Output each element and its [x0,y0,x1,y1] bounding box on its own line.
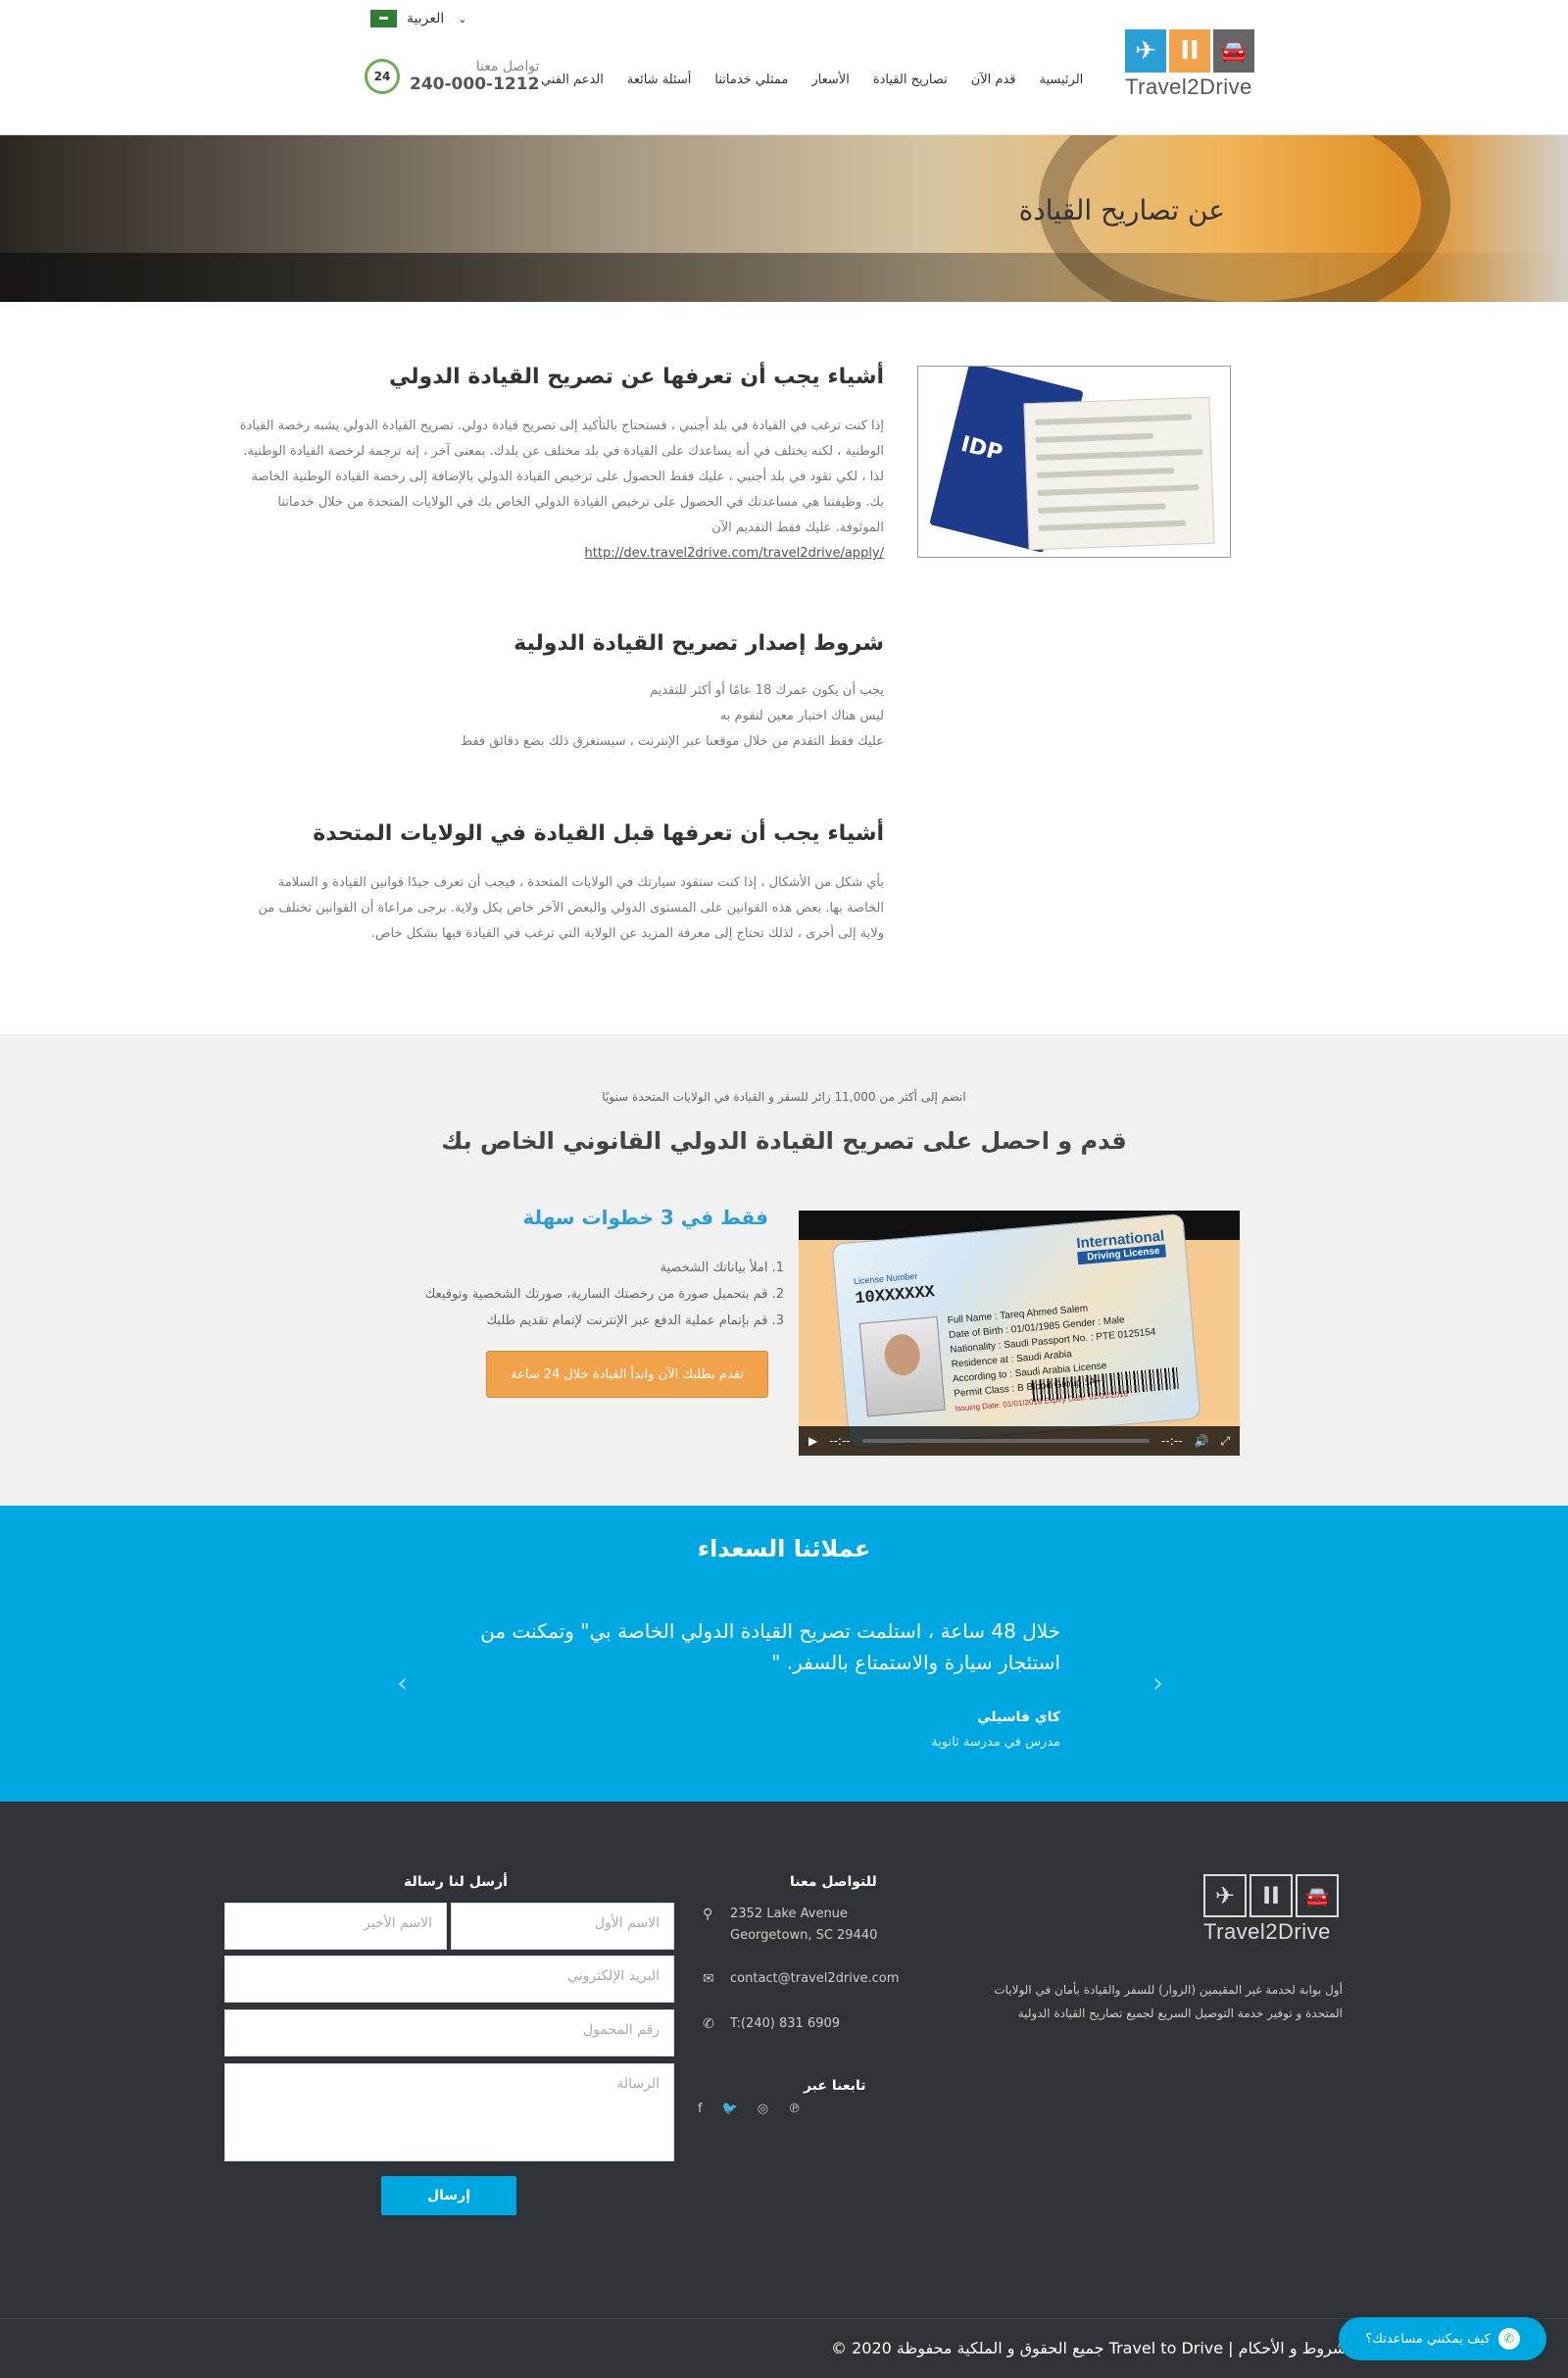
section-body-us-driving: بأي شكل من الأشكال ، إذا كنت ستقود سيارت… [258,875,884,941]
envelope-icon: ✉ [703,1971,714,1987]
testimonial-quote: خلال 48 ساعة ، استلمت تصريح القيادة الدو… [480,1619,1060,1674]
plane-icon: ✈ [1203,1874,1247,1917]
license-card: International Driving License License Num… [831,1213,1201,1450]
section-heading-conditions: شروط إصدار تصريح القيادة الدولية [514,631,884,656]
apply-cta-section: انضم إلى أكثر من 11,000 زائر للسفر و الق… [0,1034,1568,1506]
nav-permits[interactable]: تصاريح القيادة [861,73,959,87]
whatsapp-chat-button[interactable]: ✆ كيف يمكنني مساعدتك؟ [1339,2317,1546,2360]
site-logo[interactable]: ✈ II 🚘 Travel2Drive [1125,29,1258,99]
whatsapp-icon: ✆ [1497,2328,1520,2350]
video-progress-track[interactable] [861,1439,1151,1443]
section-heading-us-driving: أشياء يجب أن تعرفها قبل القيادة في الولا… [313,821,884,846]
nav-prices[interactable]: الأسعار [800,73,860,87]
logo-text: Travel2Drive [1125,74,1252,99]
apply-link[interactable]: http://dev.travel2drive.com/travel2drive… [585,546,884,561]
list-item: ليس هناك اختبار معين لتقوم به [719,709,884,723]
send-button[interactable]: إرسال [381,2176,516,2215]
nav-faq[interactable]: أسئلة شائعة [615,73,704,87]
footer-description: أول بوابة لخدمة غير المقيمين (الزوار) لل… [994,1983,1343,2020]
next-arrow-icon[interactable]: › [1152,1666,1163,1699]
road-icon: II [1250,1874,1293,1917]
time-elapsed: --:-- [829,1434,851,1448]
chevron-down-icon: ⌄ [458,12,467,25]
section-heading-idp: أشياء يجب أن تعرفها عن تصريح القيادة الد… [389,365,884,389]
step-item: 2. قم بتحميل صورة من رخصتك السارية، صورت… [424,1287,784,1302]
footer-contact-heading: للتواصل معنا [790,1874,877,1890]
nav-home[interactable]: الرئيسية [1028,73,1096,87]
mobile-field[interactable]: رقم المحمول [224,2009,674,2056]
conditions-list: يجب أن يكون عمرك 18 عامًا أو أكثر للتقدي… [237,678,884,755]
header-contact[interactable]: 24 تواصل معنا 240-000-1212 [365,59,539,94]
footer-address: ⚲ 2352 Lake Avenue Georgetown, SC 29440 [703,1904,877,1947]
nav-apply[interactable]: قدم الآن [959,73,1028,87]
step-item: 3. قم بإتمام عملية الدفع عبر الإنترنت لإ… [486,1313,784,1328]
nav-support[interactable]: الدعم الفني [529,73,615,87]
site-footer: ✈ II 🚘 Travel2Drive أول بوابة لخدمة غير … [0,1802,1568,2378]
apply-now-button[interactable]: تقدم بطلبك الآن وابدأ القيادة خلال 24 سا… [486,1351,768,1398]
steps-list: 1. املأ بياناتك الشخصية 2. قم بتحميل صور… [425,1255,784,1334]
language-label: العربية [407,11,445,26]
idp-image: IDP [917,366,1231,558]
footer-logo-text: Travel2Drive [1203,1919,1331,1944]
phone-icon: ✆ [703,2016,714,2032]
step-item: 1. املأ بياناتك الشخصية [660,1261,784,1275]
car-icon: 🚘 [1296,1874,1339,1917]
volume-icon[interactable]: 🔊 [1194,1434,1208,1448]
first-name-field[interactable]: الاسم الأول [451,1903,674,1950]
site-header: العربية ⌄ 24 تواصل معنا 240-000-1212 الر… [0,0,1568,135]
page-title: عن تصاريح القيادة [1018,194,1225,226]
idp-book-label: IDP [958,431,1005,467]
facebook-icon[interactable]: f [698,2102,703,2116]
license-photo [858,1315,946,1417]
prev-arrow-icon[interactable]: ‹ [397,1666,408,1699]
list-item: عليك فقط التقدم من خلال موقعنا عبر الإنت… [461,734,884,749]
form-heading: أرسل لنا رسالة [404,1874,508,1890]
footer-logo[interactable]: ✈ II 🚘 Travel2Drive [1203,1874,1341,1945]
testimonials-section: عملائنا السعداء ‹ خلال 48 ساعة ، استلمت … [0,1506,1568,1802]
pinterest-icon[interactable]: ℗ [788,2102,801,2116]
steps-heading: فقط في 3 خطوات سهلة [522,1206,768,1229]
dribbble-icon[interactable]: ◎ [758,2102,768,2116]
list-item: يجب أن يكون عمرك 18 عامًا أو أكثر للتقدي… [649,683,884,698]
play-icon[interactable]: ▶ [808,1434,817,1448]
footer-follow-heading: تابعنا عبر [804,2078,866,2094]
cta-heading: قدم و احصل على تصريح القيادة الدولي القا… [441,1127,1127,1155]
email-field[interactable]: البريد الإلكتروني [224,1956,674,2003]
language-switcher[interactable]: العربية ⌄ [370,10,466,27]
plane-icon: ✈ [1125,29,1166,73]
nav-representatives[interactable]: ممثلي خدماتنا [703,73,800,87]
contact-label: تواصل معنا [475,59,540,74]
video-player[interactable]: International Driving License License Num… [799,1211,1240,1456]
map-pin-icon: ⚲ [703,1907,713,1922]
road-icon: II [1169,29,1210,73]
license-number-label: License Number [853,1270,918,1287]
social-links: f 🐦 ◎ ℗ [698,2102,801,2116]
footer-phone[interactable]: ✆ T:(240) 831 6909 [703,2013,840,2035]
video-controls: ▶ --:-- --:-- 🔊 ⤢ [799,1426,1240,1456]
twitter-icon[interactable]: 🐦 [722,2102,738,2116]
car-icon: 🚘 [1213,29,1254,73]
section-body-idp: إذا كنت ترغب في القيادة في بلد أجنبي ، ف… [239,419,884,561]
flag-sa-icon [370,10,397,27]
copyright[interactable]: الشروط و الأحكام | Travel to Drive جميع … [831,2339,1356,2357]
last-name-field[interactable]: الاسم الأخير [224,1903,447,1950]
cta-subtitle: انضم إلى أكثر من 11,000 زائر للسفر و الق… [602,1090,966,1104]
phone-24-icon: 24 [365,59,400,94]
time-total: --:-- [1161,1434,1183,1448]
hero-banner: عن تصاريح القيادة [0,135,1568,302]
main-nav: الرئيسية قدم الآن تصاريح القيادة الأسعار… [529,73,1095,87]
testimonial-role: مدرس في مدرسة ثانوية [931,1735,1060,1750]
license-number: 10XXXXXX [854,1283,936,1310]
fullscreen-icon[interactable]: ⤢ [1220,1434,1230,1449]
message-textarea[interactable]: الرسالة [224,2063,674,2161]
testimonial-name: كاي فاسيلي [977,1709,1060,1725]
testimonials-heading: عملائنا السعداء [697,1535,871,1562]
footer-email[interactable]: ✉ contact@travel2drive.com [703,1968,899,1990]
contact-number[interactable]: 240-000-1212 [410,74,539,94]
